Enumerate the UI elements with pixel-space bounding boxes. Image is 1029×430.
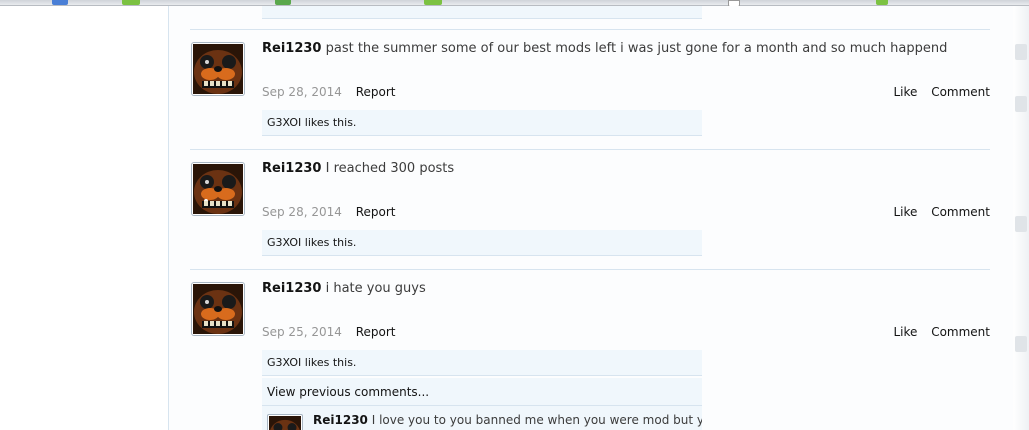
post-date[interactable]: Sep 28, 2014 bbox=[262, 85, 342, 99]
bookmark-icon[interactable] bbox=[876, 0, 888, 5]
post-message: Rei1230 past the summer some of our best… bbox=[262, 41, 947, 57]
post-separator bbox=[190, 269, 990, 270]
scrollbar-marker bbox=[1015, 44, 1027, 60]
post-message: Rei1230 I reached 300 posts bbox=[262, 161, 454, 177]
avatar[interactable] bbox=[191, 162, 245, 216]
likes-text: likes this. bbox=[301, 236, 357, 249]
comment-message: Rei1230 I love you to you banned me when… bbox=[313, 413, 702, 427]
liker-username[interactable]: G3XOI bbox=[267, 236, 301, 249]
likes-text: likes this. bbox=[301, 356, 357, 369]
report-link[interactable]: Report bbox=[356, 325, 396, 339]
post-username[interactable]: Rei1230 bbox=[262, 281, 321, 296]
freddy-avatar-icon bbox=[193, 164, 243, 214]
comment-username[interactable]: Rei1230 bbox=[313, 413, 368, 427]
post-meta: Sep 28, 2014 Report bbox=[262, 85, 395, 99]
scrollbar-marker bbox=[1015, 96, 1027, 112]
comment-link[interactable]: Comment bbox=[931, 85, 990, 99]
like-link[interactable]: Like bbox=[893, 325, 917, 339]
comment-link[interactable]: Comment bbox=[931, 325, 990, 339]
comment-text: I love you to you banned me when you wer… bbox=[371, 413, 702, 427]
likes-summary: G3XOI likes this. bbox=[262, 110, 702, 136]
scrollbar-marker bbox=[1015, 336, 1027, 352]
likes-summary: G3XOI likes this. bbox=[262, 230, 702, 256]
scrollbar[interactable] bbox=[1013, 6, 1029, 430]
comment-avatar[interactable] bbox=[267, 414, 303, 430]
comment-item: Rei1230 I love you to you banned me when… bbox=[262, 406, 702, 430]
left-sidebar bbox=[0, 6, 169, 430]
view-previous-comments-link[interactable]: View previous comments... bbox=[262, 378, 702, 406]
bookmark-icon[interactable] bbox=[275, 0, 291, 5]
post-actions: Like Comment bbox=[893, 85, 990, 99]
bookmark-icon[interactable] bbox=[424, 0, 442, 5]
post-meta: Sep 25, 2014 Report bbox=[262, 325, 395, 339]
bookmark-icon[interactable] bbox=[52, 0, 68, 5]
post-date[interactable]: Sep 28, 2014 bbox=[262, 205, 342, 219]
like-link[interactable]: Like bbox=[893, 205, 917, 219]
post-text: past the summer some of our best mods le… bbox=[325, 41, 948, 56]
comment-link[interactable]: Comment bbox=[931, 205, 990, 219]
report-link[interactable]: Report bbox=[356, 205, 396, 219]
post-actions: Like Comment bbox=[893, 205, 990, 219]
freddy-avatar-icon bbox=[193, 44, 243, 94]
report-link[interactable]: Report bbox=[356, 85, 396, 99]
liker-username[interactable]: G3XOI bbox=[267, 356, 301, 369]
avatar[interactable] bbox=[191, 42, 245, 96]
liker-username[interactable]: G3XOI bbox=[267, 116, 301, 129]
avatar[interactable] bbox=[191, 282, 245, 336]
post-text: i hate you guys bbox=[325, 281, 426, 296]
like-link[interactable]: Like bbox=[893, 85, 917, 99]
post-meta: Sep 28, 2014 Report bbox=[262, 205, 395, 219]
post-actions: Like Comment bbox=[893, 325, 990, 339]
post-username[interactable]: Rei1230 bbox=[262, 161, 321, 176]
likes-text: likes this. bbox=[301, 116, 357, 129]
freddy-avatar-icon bbox=[269, 416, 301, 430]
post-separator bbox=[190, 29, 990, 30]
post-separator bbox=[190, 149, 990, 150]
post-text: I reached 300 posts bbox=[325, 161, 455, 176]
post-message: Rei1230 i hate you guys bbox=[262, 281, 426, 297]
post-username[interactable]: Rei1230 bbox=[262, 41, 321, 56]
scrollbar-marker bbox=[1015, 216, 1027, 232]
likes-summary: G3XOI likes this. bbox=[262, 350, 702, 376]
bookmark-icon[interactable] bbox=[122, 0, 140, 5]
freddy-avatar-icon bbox=[193, 284, 243, 334]
previous-post-likes-bar bbox=[262, 6, 702, 19]
post-date[interactable]: Sep 25, 2014 bbox=[262, 325, 342, 339]
